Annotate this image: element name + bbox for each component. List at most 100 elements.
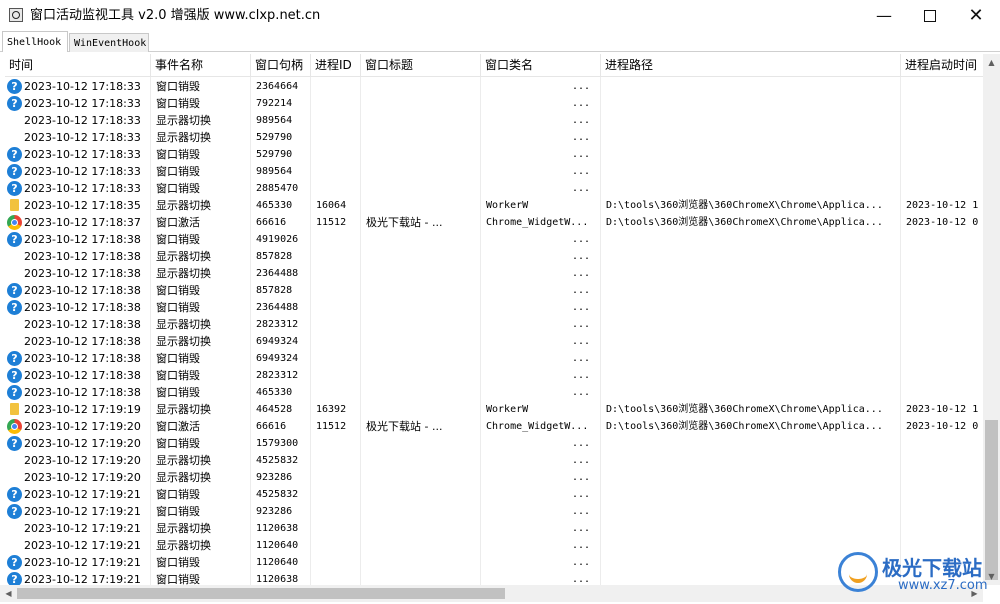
column-header-class[interactable]: 窗口类名 bbox=[481, 54, 601, 76]
table-row[interactable]: 2023-10-12 17:18:38 显示器切换 2823312... bbox=[5, 316, 985, 333]
tab-wineventhook[interactable]: WinEventHook bbox=[69, 33, 149, 52]
column-header-event[interactable]: 事件名称 bbox=[151, 54, 251, 76]
cell-event: 窗口销毁 bbox=[156, 284, 200, 297]
cell-cls: ... bbox=[571, 438, 590, 449]
cell-start bbox=[906, 486, 985, 503]
column-header-path[interactable]: 进程路径 bbox=[601, 54, 901, 76]
table-row[interactable]: 2023-10-12 17:18:38 显示器切换 6949324... bbox=[5, 333, 985, 350]
cell-event: 窗口销毁 bbox=[156, 97, 200, 110]
table-row[interactable]: 2023-10-12 17:19:19 显示器切换 464528 16392 Worke… bbox=[5, 401, 985, 418]
column-header-title[interactable]: 窗口标题 bbox=[361, 54, 481, 76]
column-header-start-time[interactable]: 进程启动时间 bbox=[901, 54, 985, 76]
cell-hwnd: 989564 bbox=[256, 166, 293, 177]
folder-icon bbox=[10, 403, 19, 415]
table-row[interactable]: ? 2023-10-12 17:18:33 窗口销毁 2364664... bbox=[5, 78, 985, 95]
cell-event: 窗口销毁 bbox=[156, 556, 200, 569]
cell-pid bbox=[316, 180, 360, 197]
cell-cls: ... bbox=[571, 336, 590, 347]
tab-shellhook[interactable]: ShellHook bbox=[2, 31, 68, 52]
cell-start bbox=[906, 350, 985, 367]
cell-path bbox=[606, 452, 900, 469]
question-icon: ? bbox=[7, 300, 22, 315]
cell-path: D:\tools\360浏览器\360ChromeX\Chrome\Applic… bbox=[606, 404, 883, 415]
cell-cls: ... bbox=[571, 302, 590, 313]
table-row[interactable]: ? 2023-10-12 17:18:38 窗口销毁 857828... bbox=[5, 282, 985, 299]
cell-title bbox=[366, 95, 480, 112]
cell-hwnd: 4525832 bbox=[256, 489, 299, 500]
cell-event: 显示器切换 bbox=[156, 250, 211, 263]
table-row[interactable]: ? 2023-10-12 17:18:33 窗口销毁 989564... bbox=[5, 163, 985, 180]
cell-time: 2023-10-12 17:19:21 bbox=[24, 573, 141, 585]
cell-cls: ... bbox=[571, 574, 590, 585]
cell-pid bbox=[316, 146, 360, 163]
table-row[interactable]: 2023-10-12 17:19:21 显示器切换 1120638... bbox=[5, 520, 985, 537]
table-row[interactable]: ? 2023-10-12 17:18:38 窗口销毁 6949324... bbox=[5, 350, 985, 367]
table-row[interactable]: ? 2023-10-12 17:19:20 窗口销毁 1579300... bbox=[5, 435, 985, 452]
cell-hwnd: 66616 bbox=[256, 421, 287, 432]
table-row[interactable]: ? 2023-10-12 17:18:38 窗口销毁 2364488... bbox=[5, 299, 985, 316]
table-row[interactable]: 2023-10-12 17:19:20 显示器切换 923286... bbox=[5, 469, 985, 486]
column-header-pid[interactable]: 进程ID bbox=[311, 54, 361, 76]
cell-start: 2023-10-12 1 bbox=[906, 200, 979, 211]
table-row[interactable]: 2023-10-12 17:18:38 显示器切换 2364488... bbox=[5, 265, 985, 282]
horizontal-scroll-thumb[interactable] bbox=[17, 588, 505, 599]
maximize-button[interactable] bbox=[907, 0, 953, 31]
cell-event: 窗口销毁 bbox=[156, 573, 200, 585]
cell-pid bbox=[316, 112, 360, 129]
horizontal-scrollbar[interactable]: ◀ ▶ bbox=[0, 585, 983, 602]
cell-pid bbox=[316, 95, 360, 112]
cell-start bbox=[906, 129, 985, 146]
column-header-hwnd[interactable]: 窗口句柄 bbox=[251, 54, 311, 76]
cell-cls: WorkerW bbox=[486, 404, 529, 415]
table-row[interactable]: ? 2023-10-12 17:18:33 窗口销毁 529790... bbox=[5, 146, 985, 163]
cell-event: 窗口激活 bbox=[156, 216, 200, 229]
cell-time: 2023-10-12 17:19:21 bbox=[24, 539, 141, 552]
table-row[interactable]: 2023-10-12 17:19:20 窗口激活 66616 11512 极光下载站 -… bbox=[5, 418, 985, 435]
vertical-scrollbar[interactable]: ▲ ▼ bbox=[983, 54, 1000, 585]
cell-title bbox=[366, 367, 480, 384]
cell-event: 显示器切换 bbox=[156, 267, 211, 280]
cell-time: 2023-10-12 17:19:20 bbox=[24, 471, 141, 484]
event-list[interactable]: 时间 事件名称 窗口句柄 进程ID 窗口标题 窗口类名 进程路径 进程启动时间 … bbox=[5, 54, 997, 585]
cell-title bbox=[366, 486, 480, 503]
cell-hwnd: 6949324 bbox=[256, 353, 299, 364]
cell-cls: ... bbox=[571, 132, 590, 143]
table-row[interactable]: ? 2023-10-12 17:18:38 窗口销毁 4919026... bbox=[5, 231, 985, 248]
minimize-button[interactable]: — bbox=[861, 0, 907, 31]
cell-hwnd: 923286 bbox=[256, 472, 293, 483]
table-row[interactable]: 2023-10-12 17:19:20 显示器切换 4525832... bbox=[5, 452, 985, 469]
cell-pid: 16392 bbox=[316, 404, 347, 415]
cell-hwnd: 2364664 bbox=[256, 81, 299, 92]
table-row[interactable]: ? 2023-10-12 17:18:38 窗口销毁 465330... bbox=[5, 384, 985, 401]
cell-time: 2023-10-12 17:19:21 bbox=[24, 488, 141, 501]
close-button[interactable]: ✕ bbox=[953, 0, 999, 31]
table-row[interactable]: 2023-10-12 17:18:33 显示器切换 989564... bbox=[5, 112, 985, 129]
table-row[interactable]: 2023-10-12 17:18:35 显示器切换 465330 16064 Worke… bbox=[5, 197, 985, 214]
question-icon: ? bbox=[7, 181, 22, 196]
table-row[interactable]: ? 2023-10-12 17:18:33 窗口销毁 2885470... bbox=[5, 180, 985, 197]
table-row[interactable]: 2023-10-12 17:18:37 窗口激活 66616 11512 极光下载站 -… bbox=[5, 214, 985, 231]
cell-hwnd: 464528 bbox=[256, 404, 293, 415]
app-icon bbox=[9, 8, 23, 22]
column-header-time[interactable]: 时间 bbox=[5, 54, 151, 76]
cell-event: 窗口销毁 bbox=[156, 437, 200, 450]
table-row[interactable]: 2023-10-12 17:18:33 显示器切换 529790... bbox=[5, 129, 985, 146]
cell-pid bbox=[316, 469, 360, 486]
close-icon: ✕ bbox=[968, 5, 984, 26]
cell-title bbox=[366, 469, 480, 486]
cell-title bbox=[366, 129, 480, 146]
table-row[interactable]: ? 2023-10-12 17:18:38 窗口销毁 2823312... bbox=[5, 367, 985, 384]
question-icon: ? bbox=[7, 487, 22, 502]
cell-hwnd: 1579300 bbox=[256, 438, 299, 449]
table-row[interactable]: 2023-10-12 17:18:38 显示器切换 857828... bbox=[5, 248, 985, 265]
cell-start bbox=[906, 435, 985, 452]
tab-strip: ShellHook WinEventHook bbox=[0, 31, 1000, 52]
scroll-up-icon[interactable]: ▲ bbox=[983, 54, 1000, 71]
table-row[interactable]: ? 2023-10-12 17:18:33 窗口销毁 792214... bbox=[5, 95, 985, 112]
table-row[interactable]: ? 2023-10-12 17:19:21 窗口销毁 4525832... bbox=[5, 486, 985, 503]
table-row[interactable]: ? 2023-10-12 17:19:21 窗口销毁 923286... bbox=[5, 503, 985, 520]
cell-start bbox=[906, 265, 985, 282]
cell-path bbox=[606, 503, 900, 520]
scroll-left-icon[interactable]: ◀ bbox=[0, 585, 17, 602]
cell-hwnd: 1120640 bbox=[256, 540, 299, 551]
